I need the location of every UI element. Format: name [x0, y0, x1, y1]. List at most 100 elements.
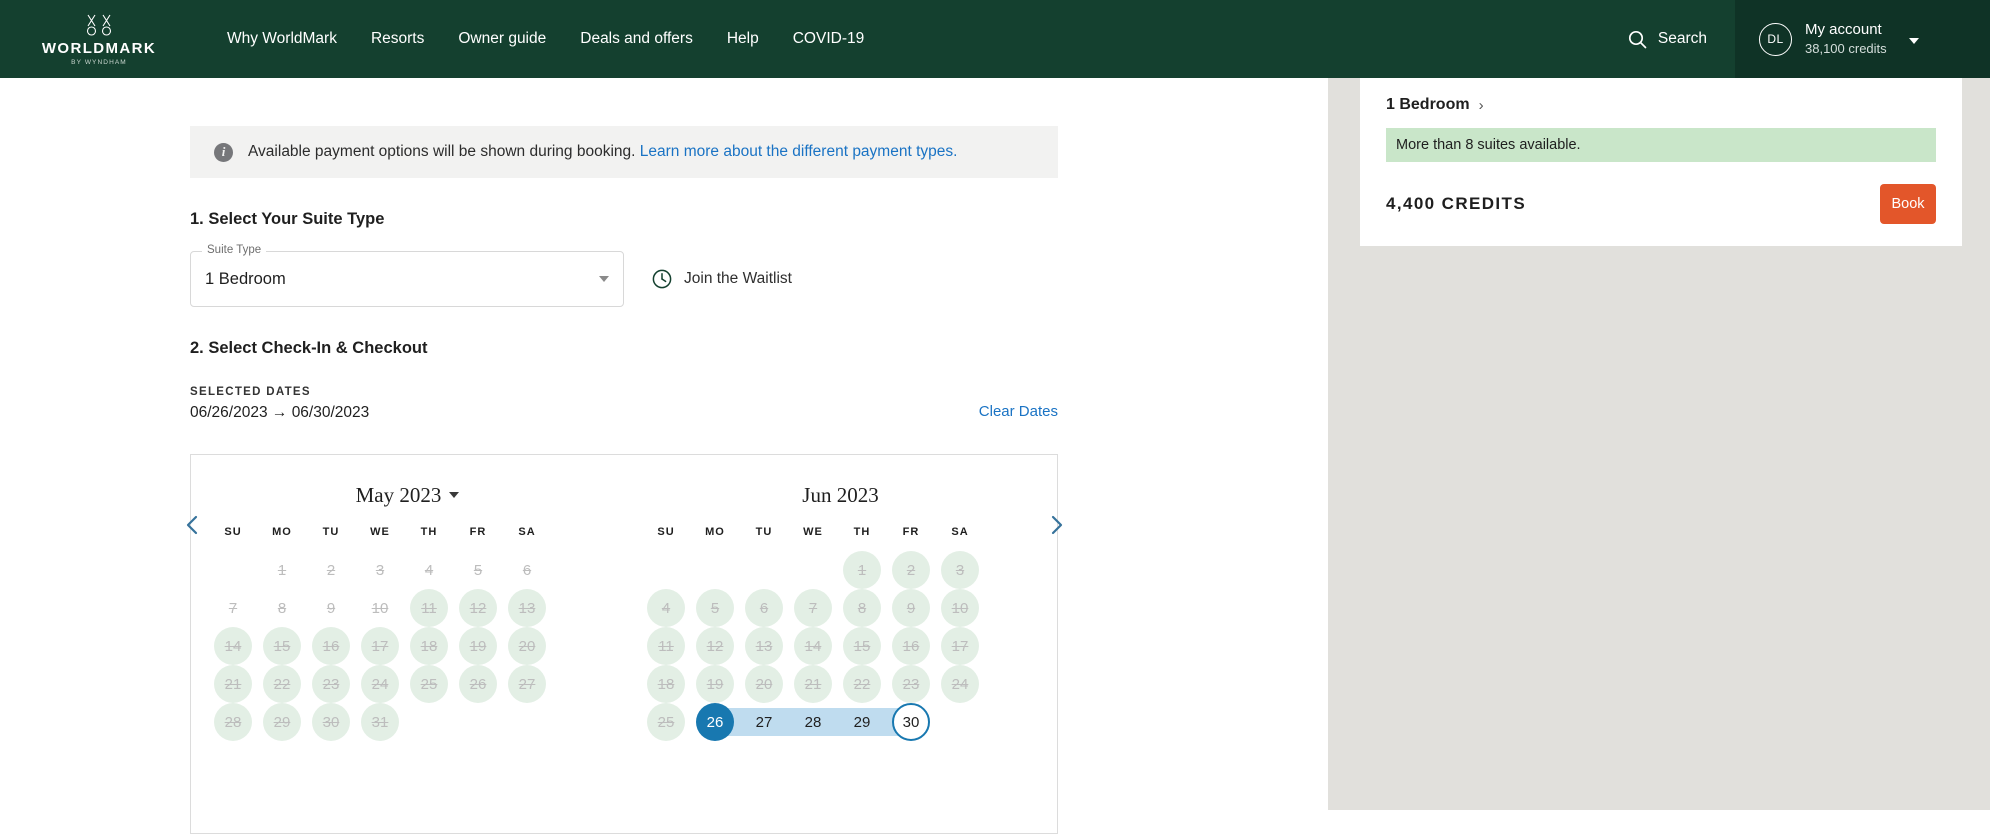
calendar-day[interactable]: 13: [508, 589, 546, 627]
calendar-day[interactable]: 25: [647, 703, 685, 741]
calendar-day-cell: [642, 551, 691, 589]
suite-type-select[interactable]: Suite Type 1 Bedroom: [190, 244, 624, 307]
logo-wordmark: WORLDMARK: [41, 39, 157, 57]
calendar-day-cell: [405, 703, 454, 741]
calendar-day[interactable]: 28: [794, 703, 832, 741]
book-button[interactable]: Book: [1880, 184, 1936, 224]
my-account-menu[interactable]: DL My account 38,100 credits: [1735, 0, 1990, 78]
nav-item-why-worldmark[interactable]: Why WorldMark: [210, 30, 354, 48]
calendar-day[interactable]: 24: [361, 665, 399, 703]
calendar-day[interactable]: 30: [312, 703, 350, 741]
calendar-day[interactable]: 1: [843, 551, 881, 589]
payment-types-link[interactable]: Learn more about the different payment t…: [640, 143, 958, 160]
calendar-day[interactable]: 23: [312, 665, 350, 703]
calendar-week-row: 123456: [209, 551, 607, 589]
calendar-day[interactable]: 3: [941, 551, 979, 589]
calendar-day[interactable]: 10: [941, 589, 979, 627]
chevron-right-icon: ›: [1478, 96, 1484, 114]
calendar-day[interactable]: 4: [410, 551, 448, 589]
calendar-day[interactable]: 1: [263, 551, 301, 589]
search-button[interactable]: Search: [1600, 30, 1735, 49]
calendar-day[interactable]: 22: [843, 665, 881, 703]
calendar-day[interactable]: 24: [941, 665, 979, 703]
calendar-day[interactable]: 14: [794, 627, 832, 665]
calendar-day[interactable]: 21: [794, 665, 832, 703]
nav-item-covid-19[interactable]: COVID-19: [776, 30, 882, 48]
calendar-day[interactable]: 20: [508, 627, 546, 665]
calendar-day-checkin[interactable]: 26: [696, 703, 734, 741]
calendar-day[interactable]: 4: [647, 589, 685, 627]
calendar-next-month-button[interactable]: [1046, 513, 1066, 537]
weekday-header-row: SU MO TU WE TH FR SA: [209, 513, 607, 551]
nav-item-owner-guide[interactable]: Owner guide: [441, 30, 563, 48]
calendar-day[interactable]: 8: [263, 589, 301, 627]
calendar-day[interactable]: 5: [696, 589, 734, 627]
nav-item-resorts[interactable]: Resorts: [354, 30, 441, 48]
calendar-day[interactable]: 27: [745, 703, 783, 741]
month-picker-caret-icon[interactable]: [449, 492, 460, 498]
calendar-day[interactable]: 15: [843, 627, 881, 665]
calendar-day[interactable]: 12: [696, 627, 734, 665]
calendar-day[interactable]: 27: [508, 665, 546, 703]
calendar-day[interactable]: 19: [459, 627, 497, 665]
calendar-day[interactable]: 25: [410, 665, 448, 703]
chevron-down-icon[interactable]: [599, 276, 609, 282]
calendar-day[interactable]: 28: [214, 703, 252, 741]
calendar-day[interactable]: 22: [263, 665, 301, 703]
calendar-day-empty: [794, 551, 832, 589]
calendar-day[interactable]: 8: [843, 589, 881, 627]
calendar-day[interactable]: 17: [941, 627, 979, 665]
calendar-day-cell: 28: [788, 703, 838, 741]
calendar-day[interactable]: 29: [843, 703, 881, 741]
calendar-day[interactable]: 7: [214, 589, 252, 627]
nav-item-help[interactable]: Help: [710, 30, 776, 48]
weekday-tu: TU: [755, 526, 773, 538]
calendar-day-cell: 10: [356, 589, 405, 627]
worldmark-logo[interactable]: WORLDMARK BY WYNDHAM: [0, 13, 180, 66]
weekday-mo: MO: [272, 526, 292, 538]
chevron-down-icon[interactable]: [1908, 38, 1919, 44]
calendar-day[interactable]: 17: [361, 627, 399, 665]
calendar-day-cell: [691, 551, 740, 589]
calendar-day[interactable]: 5: [459, 551, 497, 589]
calendar-day[interactable]: 9: [892, 589, 930, 627]
calendar-day[interactable]: 10: [361, 589, 399, 627]
calendar-day[interactable]: 21: [214, 665, 252, 703]
calendar-day-cell: 20: [740, 665, 789, 703]
clear-dates-button[interactable]: Clear Dates: [979, 403, 1058, 420]
calendar-day[interactable]: 11: [647, 627, 685, 665]
calendar-day[interactable]: 23: [892, 665, 930, 703]
calendar-day[interactable]: 2: [312, 551, 350, 589]
calendar-day[interactable]: 14: [214, 627, 252, 665]
calendar-day-cell: 21: [789, 665, 838, 703]
join-waitlist-button[interactable]: Join the Waitlist: [651, 268, 792, 290]
calendar-day-checkout[interactable]: 30: [892, 703, 930, 741]
calendar-day[interactable]: 6: [508, 551, 546, 589]
calendar-day[interactable]: 26: [459, 665, 497, 703]
calendar-day[interactable]: 18: [410, 627, 448, 665]
calendar-day[interactable]: 20: [745, 665, 783, 703]
calendar-day[interactable]: 7: [794, 589, 832, 627]
calendar-day[interactable]: 18: [647, 665, 685, 703]
calendar-day[interactable]: 19: [696, 665, 734, 703]
calendar-day[interactable]: 6: [745, 589, 783, 627]
calendar-day[interactable]: 12: [459, 589, 497, 627]
calendar-day-cell: 22: [258, 665, 307, 703]
calendar-day[interactable]: 16: [312, 627, 350, 665]
weekday-su: SU: [224, 526, 242, 538]
calendar-day[interactable]: 9: [312, 589, 350, 627]
calendar-day[interactable]: 2: [892, 551, 930, 589]
calendar-day-cell: 15: [258, 627, 307, 665]
calendar-prev-month-button[interactable]: [183, 513, 203, 537]
summary-suite-link[interactable]: 1 Bedroom ›: [1386, 96, 1936, 114]
calendar-day[interactable]: 29: [263, 703, 301, 741]
nav-item-deals-and-offers[interactable]: Deals and offers: [563, 30, 710, 48]
calendar-day[interactable]: 31: [361, 703, 399, 741]
calendar-day[interactable]: 11: [410, 589, 448, 627]
calendar-day[interactable]: 15: [263, 627, 301, 665]
calendar-day[interactable]: 3: [361, 551, 399, 589]
calendar-day[interactable]: 13: [745, 627, 783, 665]
calendar-day[interactable]: 16: [892, 627, 930, 665]
price-row: 4,400 CREDITS Book: [1386, 184, 1936, 224]
account-text: My account 38,100 credits: [1805, 20, 1887, 58]
